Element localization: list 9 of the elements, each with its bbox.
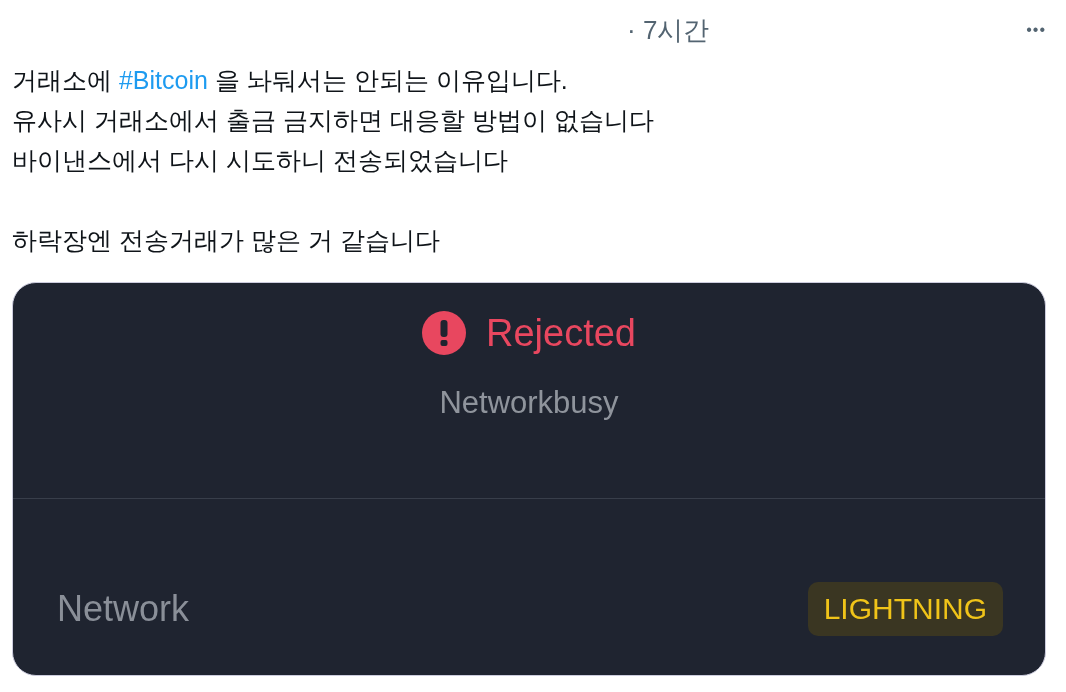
alert-icon xyxy=(422,311,466,355)
more-button[interactable]: ••• xyxy=(1026,21,1046,39)
tweet-text: 하락장엔 전송거래가 많은 거 같습니다 xyxy=(12,225,441,256)
network-badge: LIGHTNING xyxy=(807,582,1003,636)
post-time[interactable]: · 7시간 xyxy=(627,12,710,48)
status-reason: Networkbusy xyxy=(439,385,619,421)
status-title: Rejected xyxy=(486,311,636,355)
tweet-text: 거래소에 #Bitcoin 을 놔둬서는 안되는 이유입니다. 유사시 거래소에서 출금 금지하면 대응할 방법이 없습니다 바이낸스에서 다시 시도하니 전송되었습니다 xyxy=(12,65,655,176)
network-label: Network xyxy=(57,588,190,630)
